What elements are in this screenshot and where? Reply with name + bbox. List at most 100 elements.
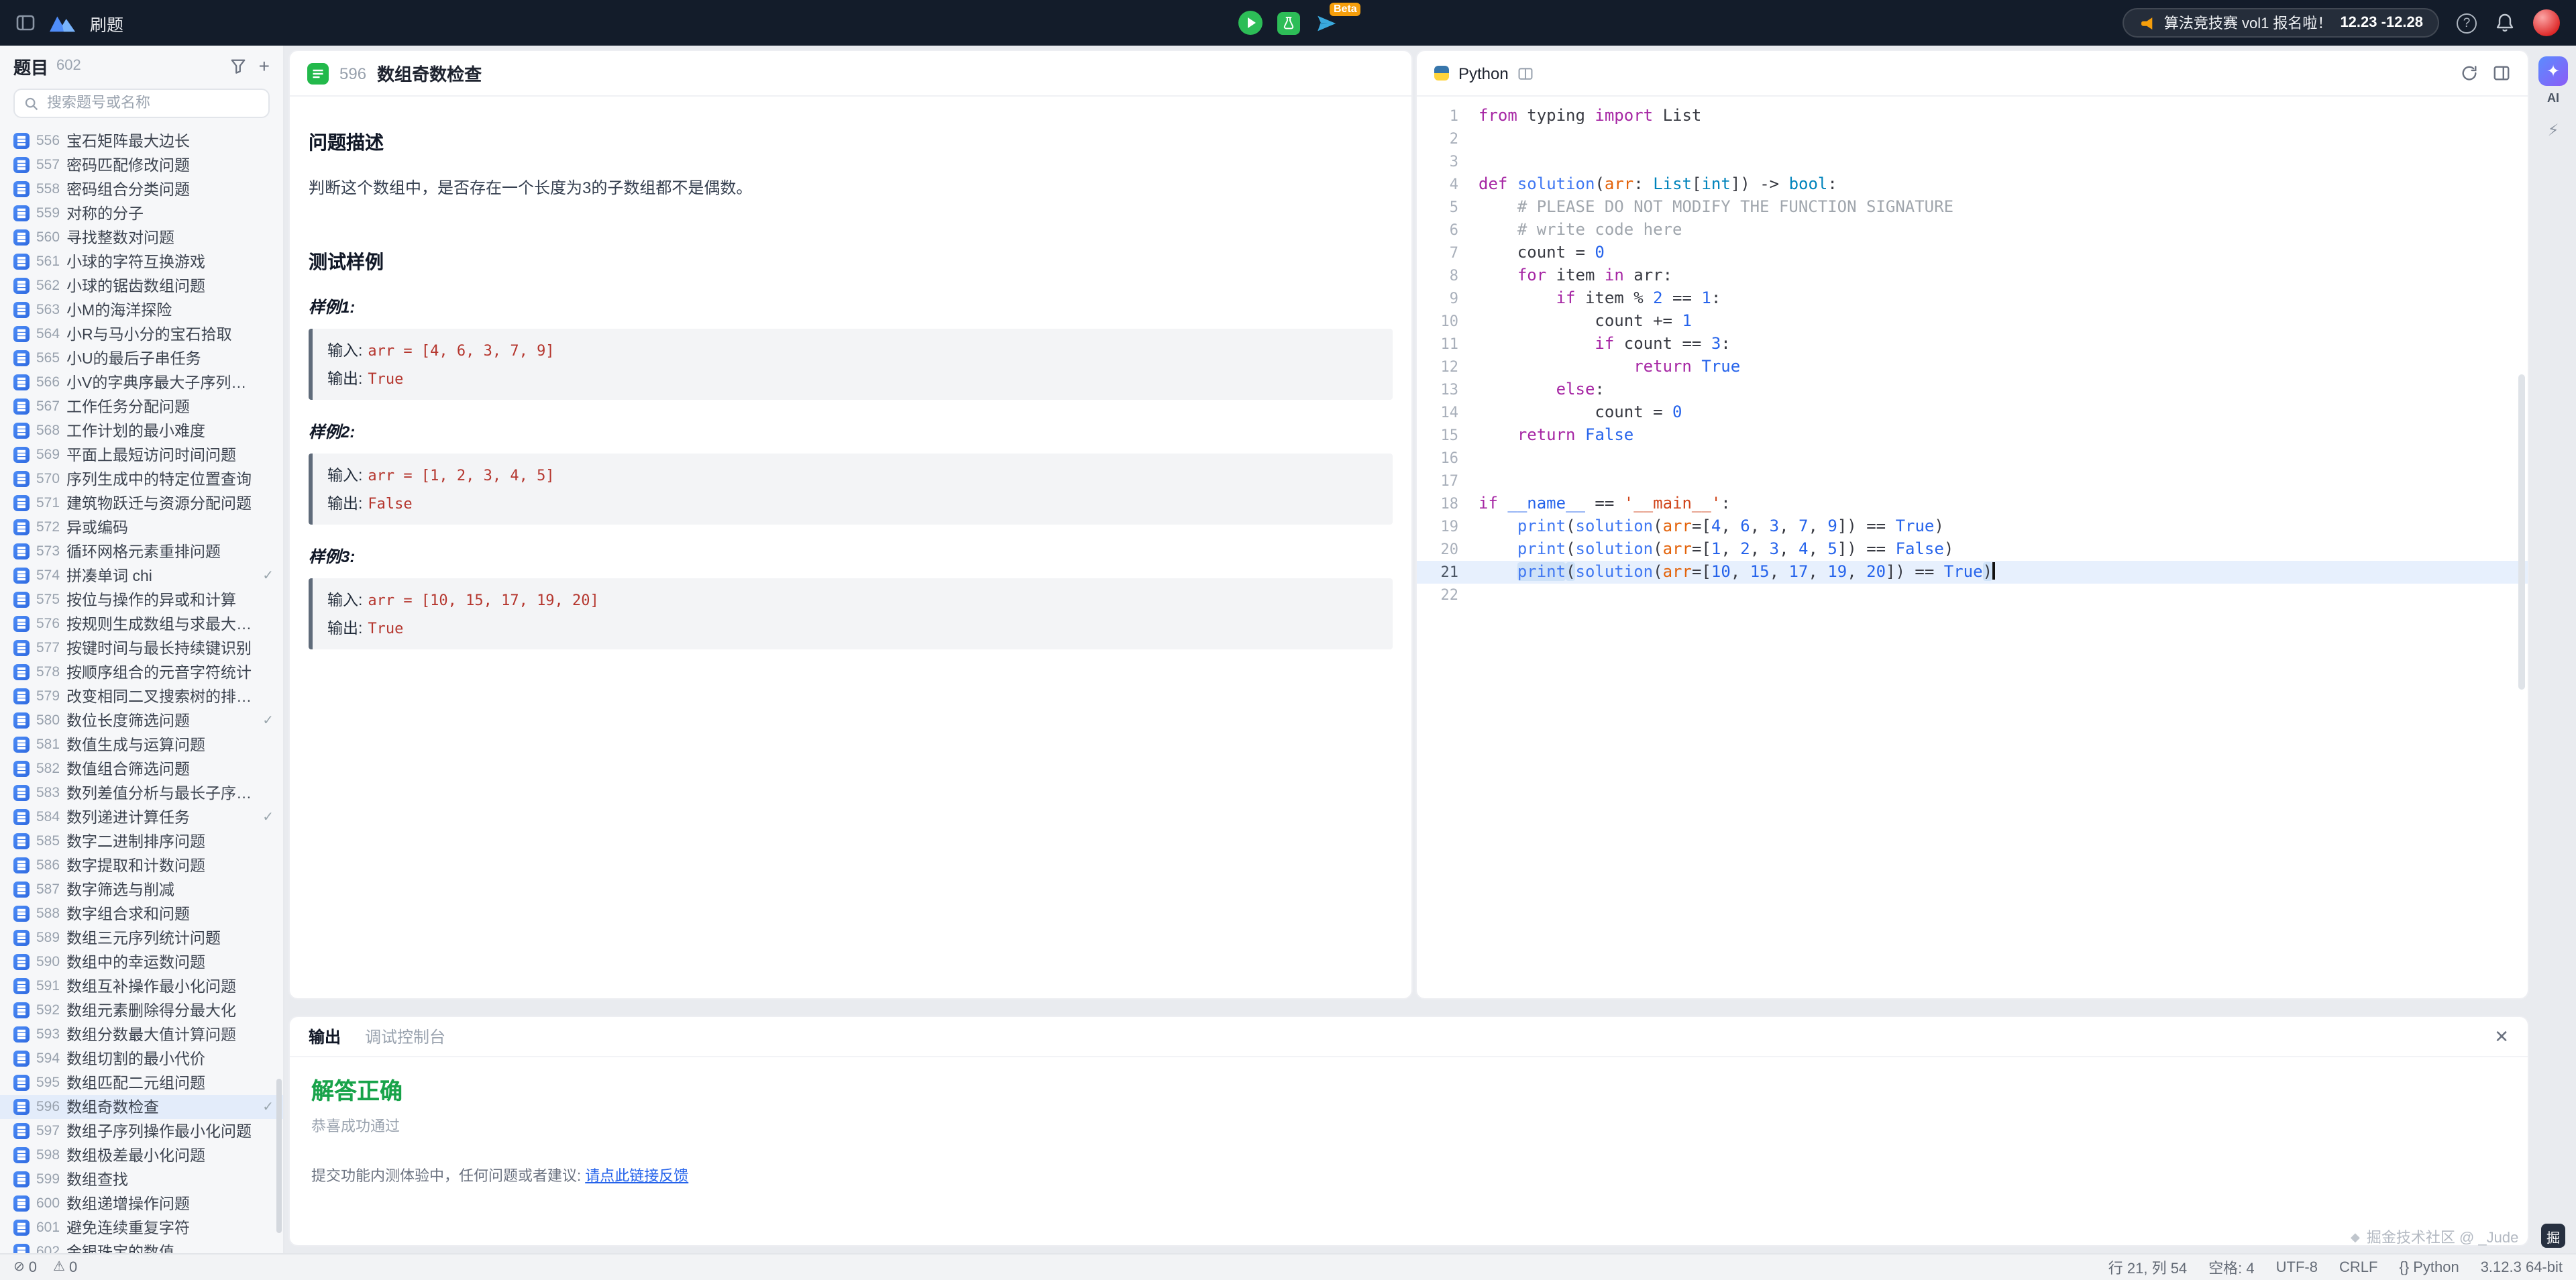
problem-list-item[interactable]: 569 平面上最短访问时间问题 ✓ xyxy=(0,443,283,467)
code-line[interactable]: 14 count = 0 xyxy=(1417,401,2528,424)
code-line[interactable]: 7 count = 0 xyxy=(1417,242,2528,264)
problem-list-item[interactable]: 556 宝石矩阵最大边长 ✓ xyxy=(0,129,283,153)
cursor-position[interactable]: 行 21, 列 54 xyxy=(2108,1257,2187,1278)
sidebar-scrollbar[interactable] xyxy=(276,1079,282,1233)
problem-list-item[interactable]: 587 数字筛选与削减 ✓ xyxy=(0,877,283,902)
code-line[interactable]: 20 print(solution(arr=[1, 2, 3, 4, 5]) =… xyxy=(1417,538,2528,561)
problem-list-item[interactable]: 575 按位与操作的异或和计算 ✓ xyxy=(0,588,283,612)
code-line[interactable]: 21 print(solution(arr=[10, 15, 17, 19, 2… xyxy=(1417,561,2528,584)
eol-setting[interactable]: CRLF xyxy=(2339,1259,2377,1275)
help-icon[interactable]: ? xyxy=(2457,13,2477,33)
warnings-indicator[interactable]: ⚠ 0 xyxy=(53,1259,77,1275)
problem-list-item[interactable]: 565 小U的最后子串任务 ✓ xyxy=(0,346,283,370)
problem-list-item[interactable]: 596 数组奇数检查 ✓ xyxy=(0,1095,283,1119)
bell-icon[interactable] xyxy=(2494,12,2516,34)
problem-list-item[interactable]: 588 数字组合求和问题 ✓ xyxy=(0,902,283,926)
problem-list-item[interactable]: 560 寻找整数对问题 ✓ xyxy=(0,225,283,250)
sidebar-toggle-icon[interactable] xyxy=(16,13,35,32)
share-button[interactable]: Beta xyxy=(1315,11,1338,34)
code-line[interactable]: 16 xyxy=(1417,447,2528,470)
filter-icon[interactable] xyxy=(229,57,247,74)
code-line[interactable]: 9 if item % 2 == 1: xyxy=(1417,287,2528,310)
problem-list-item[interactable]: 593 数组分数最大值计算问题 ✓ xyxy=(0,1022,283,1047)
problem-list-item[interactable]: 581 数值生成与运算问题 ✓ xyxy=(0,733,283,757)
refresh-icon[interactable] xyxy=(2461,64,2478,82)
problem-list-item[interactable]: 561 小球的字符互换游戏 ✓ xyxy=(0,250,283,274)
feedback-link[interactable]: 请点此链接反馈 xyxy=(585,1169,688,1185)
problem-list-item[interactable]: 584 数列递进计算任务 ✓ xyxy=(0,805,283,829)
problem-list-item[interactable]: 563 小M的海洋探险 ✓ xyxy=(0,298,283,322)
avatar[interactable] xyxy=(2533,9,2560,36)
problem-list-item[interactable]: 585 数字二进制排序问题 ✓ xyxy=(0,829,283,853)
problem-list-item[interactable]: 557 密码匹配修改问题 ✓ xyxy=(0,153,283,177)
code-line[interactable]: 17 xyxy=(1417,470,2528,492)
code-line[interactable]: 19 print(solution(arr=[4, 6, 3, 7, 9]) =… xyxy=(1417,515,2528,538)
code-line[interactable]: 13 else: xyxy=(1417,378,2528,401)
add-icon[interactable]: + xyxy=(259,56,270,75)
problem-list-item[interactable]: 567 工作任务分配问题 ✓ xyxy=(0,394,283,419)
language-mode[interactable]: {} Python xyxy=(2399,1259,2459,1275)
problem-list-item[interactable]: 568 工作计划的最小难度 ✓ xyxy=(0,419,283,443)
run-button[interactable] xyxy=(1238,11,1263,35)
problem-list-item[interactable]: 599 数组查找 ✓ xyxy=(0,1167,283,1191)
code-line[interactable]: 12 return True xyxy=(1417,356,2528,378)
search-input[interactable] xyxy=(47,95,259,111)
problem-list-item[interactable]: 559 对称的分子 ✓ xyxy=(0,201,283,225)
code-line[interactable]: 1from typing import List xyxy=(1417,105,2528,127)
problem-list-item[interactable]: 562 小球的锯齿数组问题 ✓ xyxy=(0,274,283,298)
code-line[interactable]: 2 xyxy=(1417,127,2528,150)
problem-list-item[interactable]: 580 数位长度筛选问题 ✓ xyxy=(0,708,283,733)
code-editor[interactable]: 1from typing import List234def solution(… xyxy=(1417,97,2528,606)
errors-indicator[interactable]: ⊘ 0 xyxy=(13,1259,37,1275)
problem-list-item[interactable]: 572 异或编码 ✓ xyxy=(0,515,283,539)
problem-list-item[interactable]: 592 数组元素删除得分最大化 ✓ xyxy=(0,998,283,1022)
code-line[interactable]: 3 xyxy=(1417,150,2528,173)
split-view-icon[interactable] xyxy=(1518,65,1534,81)
problem-list-item[interactable]: 566 小V的字典序最大子序列问题 ✓ xyxy=(0,370,283,394)
code-line[interactable]: 6 # write code here xyxy=(1417,219,2528,242)
problem-list-item[interactable]: 577 按键时间与最长持续键识别 ✓ xyxy=(0,636,283,660)
problem-list-item[interactable]: 574 拼凑单词 chi ✓ xyxy=(0,564,283,588)
problem-list-item[interactable]: 597 数组子序列操作最小化问题 ✓ xyxy=(0,1119,283,1143)
tab-output[interactable]: 输出 xyxy=(309,1025,341,1048)
runtime-version[interactable]: 3.12.3 64-bit xyxy=(2481,1259,2563,1275)
problem-list-item[interactable]: 558 密码组合分类问题 ✓ xyxy=(0,177,283,201)
tab-python[interactable]: Python xyxy=(1458,64,1509,83)
panel-layout-icon[interactable] xyxy=(2493,64,2510,82)
problem-list-item[interactable]: 595 数组匹配二元组问题 ✓ xyxy=(0,1071,283,1095)
problem-list-item[interactable]: 570 序列生成中的特定位置查询 ✓ xyxy=(0,467,283,491)
code-line[interactable]: 8 for item in arr: xyxy=(1417,264,2528,287)
problem-list-item[interactable]: 571 建筑物跃迁与资源分配问题 ✓ xyxy=(0,491,283,515)
tab-debug-console[interactable]: 调试控制台 xyxy=(365,1025,445,1048)
code-line[interactable]: 22 xyxy=(1417,584,2528,606)
problem-list-item[interactable]: 564 小R与马小分的宝石拾取 ✓ xyxy=(0,322,283,346)
code-line[interactable]: 11 if count == 3: xyxy=(1417,333,2528,356)
problem-list-item[interactable]: 578 按顺序组合的元音字符统计 ✓ xyxy=(0,660,283,684)
close-icon[interactable]: ✕ xyxy=(2494,1026,2509,1047)
encoding-setting[interactable]: UTF-8 xyxy=(2276,1259,2318,1275)
problem-list-item[interactable]: 601 避免连续重复字符 ✓ xyxy=(0,1216,283,1240)
problem-list-item[interactable]: 598 数组极差最小化问题 ✓ xyxy=(0,1143,283,1167)
editor-scrollbar[interactable] xyxy=(2518,374,2525,690)
problem-list-item[interactable]: 586 数字提取和计数问题 ✓ xyxy=(0,853,283,877)
problem-list-item[interactable]: 579 改变相同二叉搜索树的排列方案数 ✓ xyxy=(0,684,283,708)
indentation-setting[interactable]: 空格: 4 xyxy=(2208,1257,2254,1278)
test-run-button[interactable] xyxy=(1277,11,1300,34)
code-line[interactable]: 15 return False xyxy=(1417,424,2528,447)
problem-list-item[interactable]: 594 数组切割的最小代价 ✓ xyxy=(0,1047,283,1071)
problem-list-item[interactable]: 583 数列差值分析与最长子序列问题 ✓ xyxy=(0,781,283,805)
code-line[interactable]: 10 count += 1 xyxy=(1417,310,2528,333)
problem-list-item[interactable]: 582 数值组合筛选问题 ✓ xyxy=(0,757,283,781)
contest-banner[interactable]: 算法竞技赛 vol1 报名啦！ 12.23 -12.28 xyxy=(2123,8,2439,38)
problem-list-item[interactable]: 573 循环网格元素重排问题 ✓ xyxy=(0,539,283,564)
problem-list-item[interactable]: 591 数组互补操作最小化问题 ✓ xyxy=(0,974,283,998)
quick-action-icon[interactable]: ⚡ xyxy=(2548,121,2559,140)
code-line[interactable]: 18if __name__ == '__main__': xyxy=(1417,492,2528,515)
problem-list-item[interactable]: 602 金银珠宝的数值 ✓ xyxy=(0,1240,283,1253)
problem-list-item[interactable]: 600 数组递增操作问题 ✓ xyxy=(0,1191,283,1216)
problem-list-item[interactable]: 589 数组三元序列统计问题 ✓ xyxy=(0,926,283,950)
problem-list-item[interactable]: 590 数组中的幸运数问题 ✓ xyxy=(0,950,283,974)
ai-assistant-icon[interactable]: ✦ xyxy=(2538,56,2568,86)
code-line[interactable]: 4def solution(arr: List[int]) -> bool: xyxy=(1417,173,2528,196)
problem-list-item[interactable]: 576 按规则生成数组与求最大值问题 ✓ xyxy=(0,612,283,636)
